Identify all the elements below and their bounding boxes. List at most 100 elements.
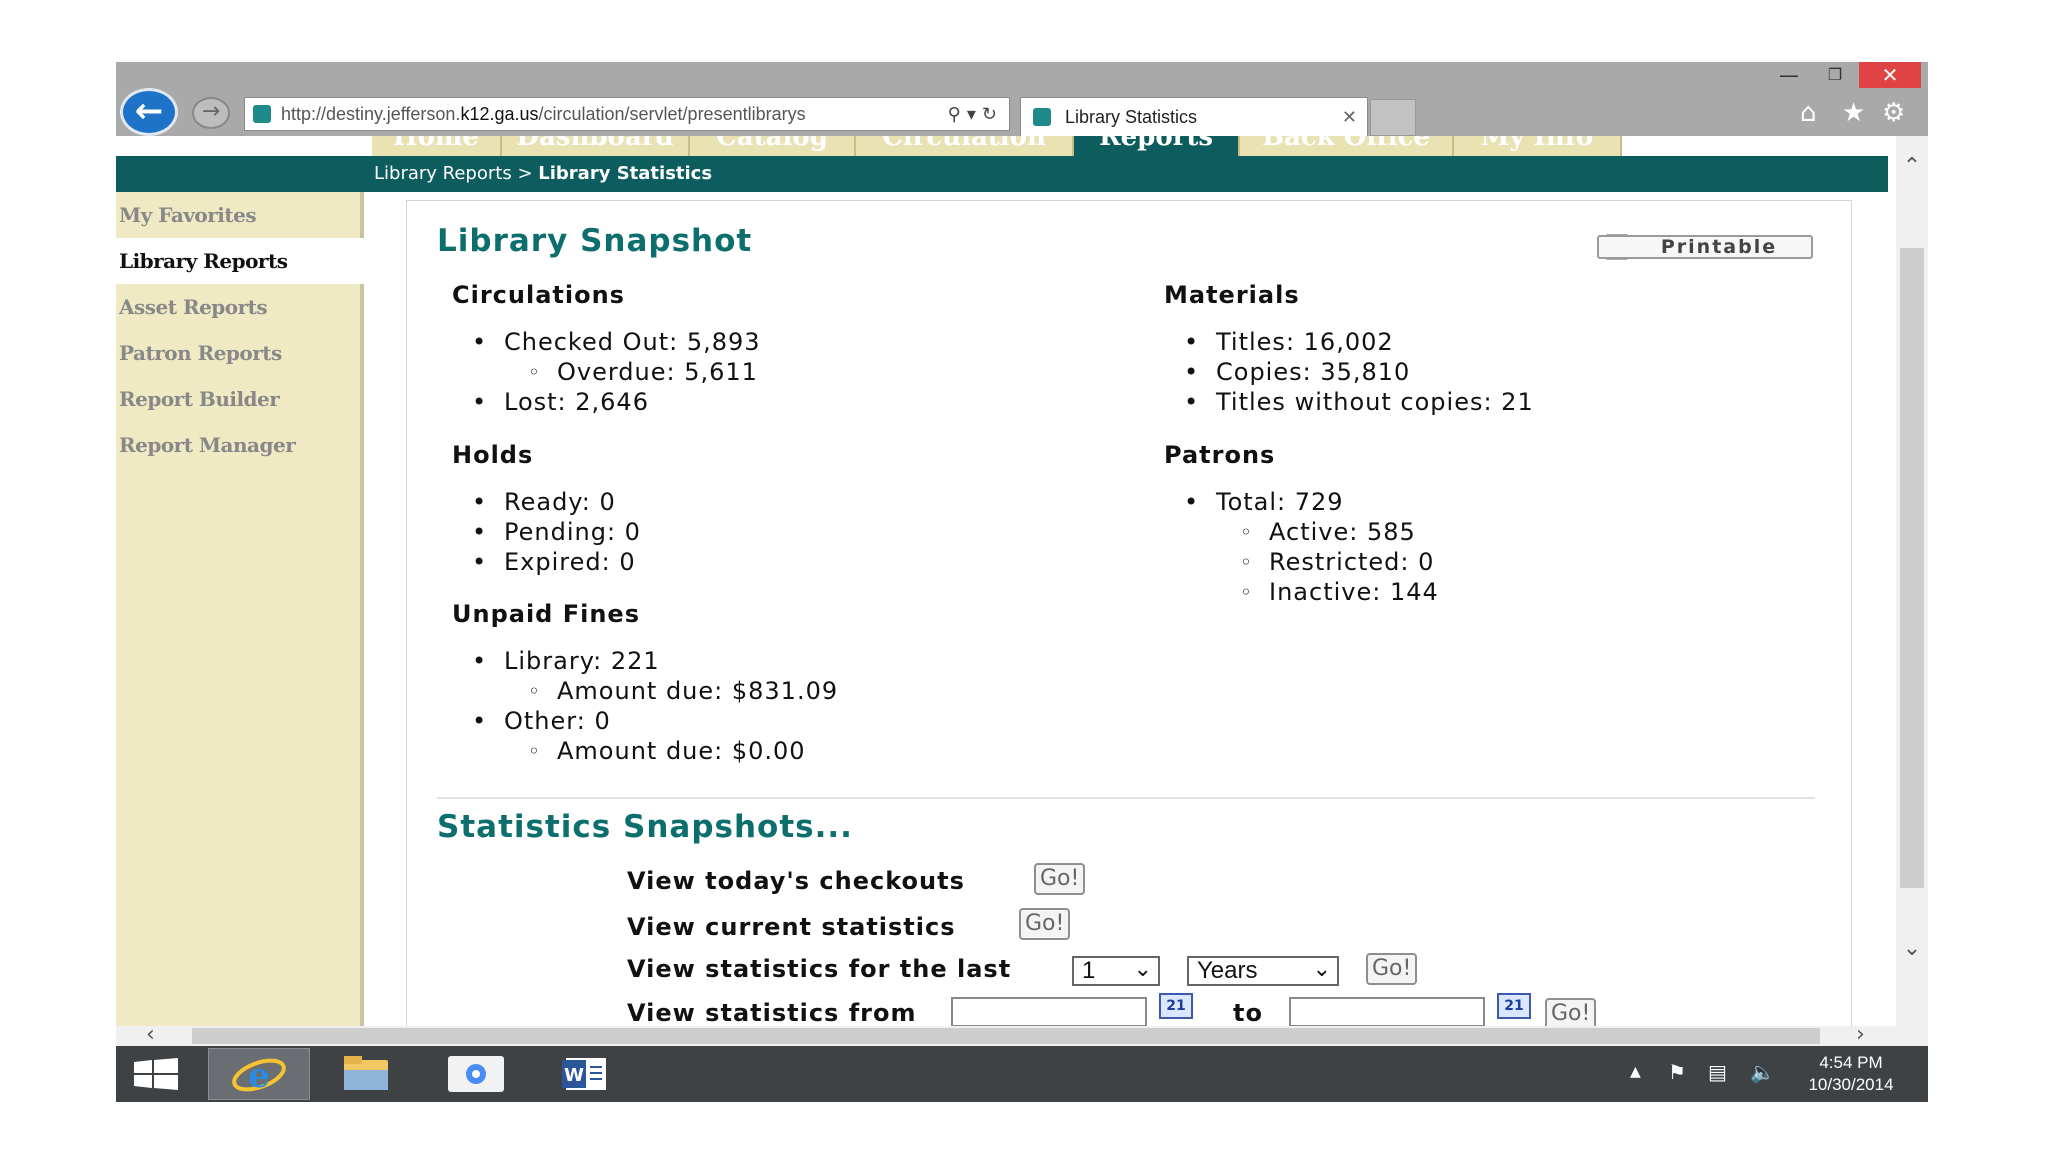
ie-taskbar-button[interactable]: e: [208, 1048, 310, 1100]
sidebar-item-patron-reports[interactable]: Patron Reports: [116, 330, 360, 376]
horizontal-scroll-thumb[interactable]: [192, 1028, 1820, 1044]
tab-favicon-icon: [1033, 108, 1051, 126]
titles-stat: Titles: 16,002: [1164, 327, 1534, 357]
chrome-taskbar-button[interactable]: [426, 1048, 528, 1100]
network-icon[interactable]: ▤: [1708, 1060, 1727, 1084]
refresh-icon[interactable]: ↻: [982, 104, 1003, 124]
tab-back-office[interactable]: Back Office: [1240, 136, 1454, 156]
library-fines-stat: Library: 221: [452, 646, 838, 676]
search-icon[interactable]: ⚲: [948, 104, 967, 124]
clock-date: 10/30/2014: [1808, 1075, 1894, 1094]
tab-home[interactable]: Home: [372, 136, 502, 156]
folder-icon: [344, 1056, 388, 1090]
volume-icon[interactable]: 🔈: [1750, 1060, 1775, 1084]
taskbar: e W ▲ ⚑ ▤ 🔈 4:54 PM 10/30/2014: [116, 1046, 1928, 1102]
from-calendar-icon[interactable]: 21: [1159, 993, 1193, 1019]
file-explorer-taskbar-button[interactable]: [316, 1048, 418, 1100]
scroll-up-icon[interactable]: ⌃: [1896, 154, 1928, 179]
copies-stat: Copies: 35,810: [1164, 357, 1534, 387]
forward-button[interactable]: →: [192, 97, 230, 129]
browser-chrome: — ❐ ✕ ← → http://destiny.jefferson.k12.g…: [116, 62, 1928, 136]
sidebar-item-asset-reports[interactable]: Asset Reports: [116, 284, 360, 330]
period-unit-value: Years: [1197, 957, 1258, 984]
other-amount-due: Amount due: $0.00: [452, 736, 838, 766]
screen: — ❐ ✕ ← → http://destiny.jefferson.k12.g…: [116, 62, 1928, 1102]
period-count-select[interactable]: 1 ⌄: [1072, 956, 1160, 986]
horizontal-scrollbar[interactable]: ‹ ›: [116, 1022, 1928, 1047]
current-statistics-go-button[interactable]: Go!: [1019, 908, 1071, 940]
system-clock[interactable]: 4:54 PM 10/30/2014: [1796, 1052, 1906, 1096]
url-path: /circulation/servlet/presentlibrarys: [538, 104, 806, 124]
patrons-inactive-stat: Inactive: 144: [1164, 577, 1439, 607]
patrons-section: Patrons Total: 729 Active: 585 Restricte…: [1164, 441, 1439, 607]
fines-section: Unpaid Fines Library: 221 Amount due: $8…: [452, 600, 838, 766]
windows-start-icon[interactable]: [134, 1058, 178, 1090]
tab-reports[interactable]: Reports: [1074, 136, 1240, 156]
restore-button[interactable]: ❐: [1812, 62, 1858, 88]
period-count-value: 1: [1082, 957, 1096, 984]
breadcrumb: Library Reports > Library Statistics: [374, 156, 712, 192]
tab-title: Library Statistics: [1065, 107, 1198, 127]
vertical-scrollbar[interactable]: ⌃ ⌄: [1896, 136, 1928, 1026]
dropdown-icon[interactable]: ▾: [967, 104, 982, 124]
scroll-right-icon[interactable]: ›: [1856, 1022, 1865, 1047]
browser-tab[interactable]: Library Statistics ✕: [1020, 97, 1368, 136]
ready-stat: Ready: 0: [452, 487, 641, 517]
main-nav: Home Dashboard Catalog Circulation Repor…: [116, 136, 1896, 156]
svg-text:W: W: [564, 1065, 584, 1086]
titles-without-copies-stat: Titles without copies: 21: [1164, 387, 1534, 417]
breadcrumb-parent-link[interactable]: Library Reports: [374, 163, 512, 184]
action-center-flag-icon[interactable]: ⚑: [1668, 1060, 1686, 1084]
lost-stat: Lost: 2,646: [452, 387, 761, 417]
internet-explorer-icon: e: [232, 1056, 286, 1096]
library-amount-due: Amount due: $831.09: [452, 676, 838, 706]
printable-button[interactable]: Printable: [1597, 235, 1813, 259]
url-prefix: http://destiny.jefferson.: [281, 104, 461, 124]
date-range-go-button[interactable]: Go!: [1545, 998, 1597, 1026]
clock-time: 4:54 PM: [1819, 1053, 1883, 1072]
microsoft-word-icon: W: [562, 1058, 606, 1090]
period-unit-select[interactable]: Years ⌄: [1187, 956, 1339, 986]
breadcrumb-bar: Library Reports > Library Statistics: [116, 156, 1888, 192]
settings-gear-icon[interactable]: ⚙: [1882, 98, 1905, 128]
patrons-restricted-stat: Restricted: 0: [1164, 547, 1439, 577]
holds-section: Holds Ready: 0 Pending: 0 Expired: 0: [452, 441, 641, 577]
show-hidden-icons-icon[interactable]: ▲: [1630, 1064, 1641, 1080]
new-tab-button[interactable]: [1370, 99, 1416, 136]
word-taskbar-button[interactable]: W: [536, 1048, 638, 1100]
expired-stat: Expired: 0: [452, 547, 641, 577]
sidebar-item-report-builder[interactable]: Report Builder: [116, 376, 360, 422]
patrons-heading: Patrons: [1164, 441, 1276, 469]
statistics-last-go-button[interactable]: Go!: [1366, 953, 1418, 985]
circulations-section: Circulations Checked Out: 5,893 Overdue:…: [452, 281, 761, 417]
statistics-last-label: View statistics for the last: [627, 955, 1012, 983]
tab-close-icon[interactable]: ✕: [1342, 98, 1357, 136]
home-icon[interactable]: ⌂: [1800, 98, 1817, 128]
fines-heading: Unpaid Fines: [452, 600, 640, 628]
site-favicon-icon: [253, 105, 271, 123]
scroll-left-icon[interactable]: ‹: [146, 1022, 155, 1047]
tab-circulation[interactable]: Circulation: [856, 136, 1074, 156]
sidebar-item-my-favorites[interactable]: My Favorites: [116, 192, 360, 238]
favorites-star-icon[interactable]: ★: [1842, 98, 1865, 128]
vertical-scroll-thumb[interactable]: [1900, 248, 1924, 888]
tab-dashboard[interactable]: Dashboard: [502, 136, 690, 156]
sidebar-item-report-manager[interactable]: Report Manager: [116, 422, 360, 468]
tab-catalog[interactable]: Catalog: [690, 136, 856, 156]
checked-out-stat: Checked Out: 5,893: [452, 327, 761, 357]
page-title: Library Snapshot: [437, 223, 753, 259]
svg-text:e: e: [248, 1056, 270, 1096]
address-bar[interactable]: http://destiny.jefferson.k12.ga.us/circu…: [244, 97, 1010, 131]
scroll-down-icon[interactable]: ⌄: [1896, 936, 1928, 961]
to-calendar-icon[interactable]: 21: [1497, 993, 1531, 1019]
close-window-button[interactable]: ✕: [1859, 62, 1921, 88]
sidebar-item-library-reports[interactable]: Library Reports: [116, 238, 364, 284]
minimize-button[interactable]: —: [1766, 62, 1812, 88]
tab-my-info[interactable]: My Info: [1454, 136, 1622, 156]
url-host: k12.ga.us: [460, 104, 539, 124]
to-date-input[interactable]: [1289, 997, 1485, 1026]
address-tools: ⚲▾↻: [948, 98, 1003, 130]
back-button[interactable]: ←: [120, 88, 178, 136]
from-date-input[interactable]: [951, 997, 1147, 1026]
today-checkouts-go-button[interactable]: Go!: [1034, 863, 1086, 895]
